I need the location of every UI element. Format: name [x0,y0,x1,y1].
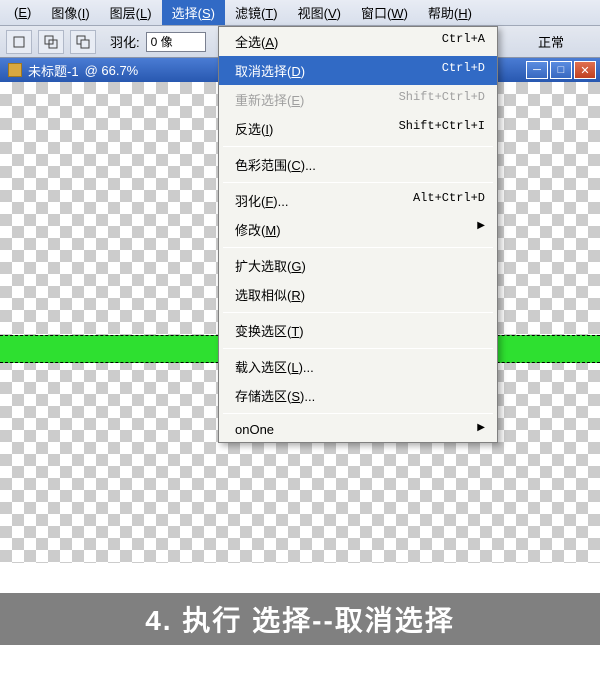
menu-separator [223,348,493,349]
tool-button-3[interactable] [70,30,96,54]
menu-edit[interactable]: (E) [4,2,41,23]
menu-window[interactable]: 窗口(W) [351,0,418,25]
tool-button-2[interactable] [38,30,64,54]
menu-view[interactable]: 视图(V) [288,0,351,25]
select-menu-dropdown: 全选(A)Ctrl+A 取消选择(D)Ctrl+D 重新选择(E)Shift+C… [218,26,498,443]
menu-load-selection[interactable]: 载入选区(L)... [219,352,497,381]
menu-select[interactable]: 选择(S) [162,0,225,25]
menu-reselect: 重新选择(E)Shift+Ctrl+D [219,85,497,114]
menu-select-all[interactable]: 全选(A)Ctrl+A [219,27,497,56]
menu-separator [223,312,493,313]
close-button[interactable]: ✕ [574,61,596,79]
menu-inverse[interactable]: 反选(I)Shift+Ctrl+I [219,114,497,143]
menu-transform-selection[interactable]: 变换选区(T) [219,316,497,345]
menu-save-selection[interactable]: 存储选区(S)... [219,381,497,410]
minimize-button[interactable]: ─ [526,61,548,79]
menu-layer[interactable]: 图层(L) [100,0,162,25]
document-icon [8,63,22,77]
menu-color-range[interactable]: 色彩范围(C)... [219,150,497,179]
menu-deselect[interactable]: 取消选择(D)Ctrl+D [219,56,497,85]
menu-help[interactable]: 帮助(H) [418,0,482,25]
document-zoom: @ 66.7% [85,63,139,78]
chevron-right-icon: ▶ [477,220,485,239]
menu-separator [223,182,493,183]
menu-feather[interactable]: 羽化(F)...Alt+Ctrl+D [219,186,497,215]
feather-input[interactable] [146,32,206,52]
document-titlebar: 未标题-1 @ 66.7% [0,58,218,82]
menu-grow[interactable]: 扩大选取(G) [219,251,497,280]
menu-separator [223,146,493,147]
chevron-right-icon: ▶ [477,422,485,437]
tutorial-caption: 4. 执行 选择--取消选择 [0,593,600,645]
menu-separator [223,413,493,414]
tool-button-1[interactable] [6,30,32,54]
mode-text: 正常 [538,32,564,51]
menu-filter[interactable]: 滤镜(T) [225,0,288,25]
menubar: (E) 图像(I) 图层(L) 选择(S) 滤镜(T) 视图(V) 窗口(W) … [0,0,600,26]
menu-similar[interactable]: 选取相似(R) [219,280,497,309]
menu-separator [223,247,493,248]
maximize-button[interactable]: □ [550,61,572,79]
menu-modify[interactable]: 修改(M)▶ [219,215,497,244]
menu-onone[interactable]: onOne▶ [219,417,497,442]
document-title: 未标题-1 [28,61,79,80]
menu-image[interactable]: 图像(I) [41,0,99,25]
feather-label: 羽化: [110,32,140,51]
